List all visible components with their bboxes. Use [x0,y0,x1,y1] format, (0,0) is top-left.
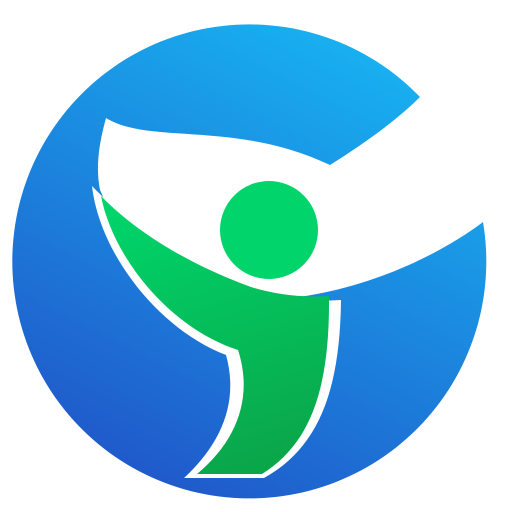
app-logo [0,0,512,512]
green-figure-head [220,181,318,279]
logo-icon [12,24,487,499]
